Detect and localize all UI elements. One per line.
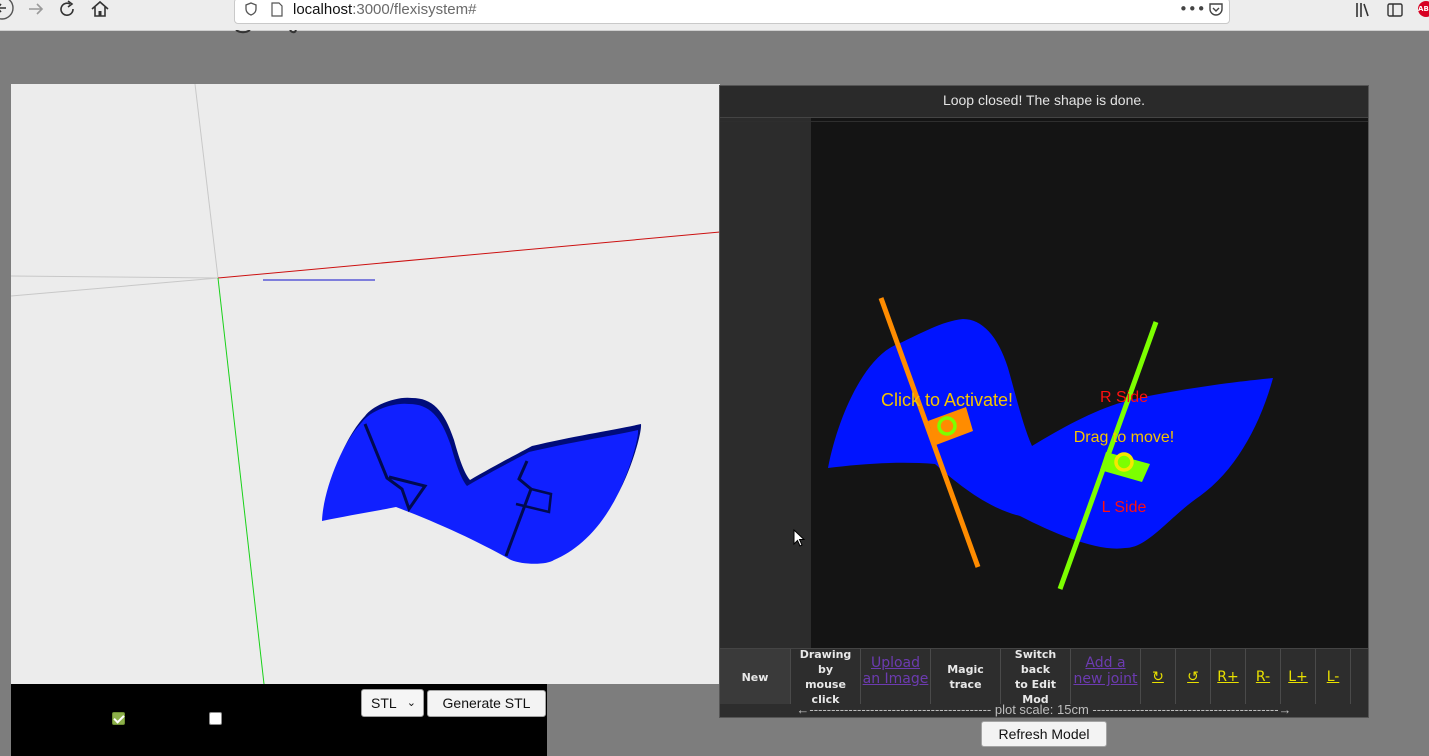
chevron-down-icon: ⌄ [406, 697, 416, 709]
drag-label: Drag to move! [1074, 429, 1174, 446]
forward-icon[interactable] [25, 0, 47, 20]
home-icon[interactable] [89, 0, 111, 20]
drawing-mode-button[interactable]: Drawing by mouse click [791, 648, 861, 706]
switch-edit-mode-button[interactable]: Switch back to Edit Mod [1001, 648, 1071, 706]
upload-image-link[interactable]: Upload an Image [861, 649, 931, 705]
add-joint-link[interactable]: Add a new joint [1071, 649, 1141, 705]
library-icon[interactable] [1354, 1, 1372, 19]
mouse-cursor-icon [793, 529, 806, 547]
new-button[interactable]: New [720, 649, 791, 705]
address-bar[interactable]: localhost:3000/flexisystem# ••• [234, 0, 1230, 24]
r-minus-button[interactable]: R- [1246, 649, 1281, 705]
3d-viewer[interactable] [11, 84, 720, 684]
extension-icon[interactable]: ABP [1418, 1, 1429, 17]
page-heading-fragment [235, 30, 297, 34]
refresh-model-button[interactable]: Refresh Model [981, 721, 1107, 747]
editor-canvas[interactable]: Click to Activate! R Side Drag to move! … [720, 86, 1368, 648]
activate-label: Click to Activate! [881, 390, 1013, 410]
pocket-icon[interactable] [1208, 1, 1224, 17]
axis-grid-line [194, 84, 219, 279]
url-text: localhost:3000/flexisystem# [293, 1, 477, 18]
back-icon[interactable] [0, 0, 18, 20]
x-axis-line [217, 231, 720, 279]
3d-scene [11, 84, 720, 684]
drawn-shape [828, 319, 1273, 549]
l-side-label: L Side [1102, 499, 1147, 516]
3d-model-shape [322, 397, 642, 564]
generate-stl-button[interactable]: Generate STL [427, 690, 546, 717]
magic-trace-button[interactable]: Magic trace [931, 649, 1001, 705]
shield-icon[interactable] [244, 2, 258, 16]
rotate-cw-icon[interactable]: ↻ [1141, 649, 1176, 705]
format-select[interactable]: STL ⌄ [361, 689, 424, 717]
axis-grid-line [11, 277, 219, 297]
r-plus-button[interactable]: R+ [1211, 649, 1246, 705]
l-minus-button[interactable]: L- [1316, 649, 1351, 705]
sidebar-icon[interactable] [1386, 1, 1404, 19]
page-info-icon[interactable] [271, 2, 283, 17]
option-checkbox-1[interactable] [112, 712, 125, 725]
r-side-label: R Side [1100, 389, 1148, 406]
option-checkbox-2[interactable] [209, 712, 222, 725]
y-axis-line [217, 277, 265, 684]
l-plus-button[interactable]: L+ [1281, 649, 1316, 705]
editor-toolbar: New Drawing by mouse click Upload an Image… [720, 648, 1368, 706]
plot-scale: ←---------------------------------------… [720, 703, 1368, 717]
reload-icon[interactable] [57, 0, 79, 20]
rotate-ccw-icon[interactable]: ↺ [1176, 649, 1211, 705]
shape-editor-panel: Loop closed! The shape is done. Click to… [719, 85, 1369, 718]
page-actions-icon[interactable]: ••• [1179, 0, 1206, 19]
browser-toolbar: localhost:3000/flexisystem# ••• ABP [0, 0, 1429, 31]
axis-grid-line [11, 275, 219, 279]
